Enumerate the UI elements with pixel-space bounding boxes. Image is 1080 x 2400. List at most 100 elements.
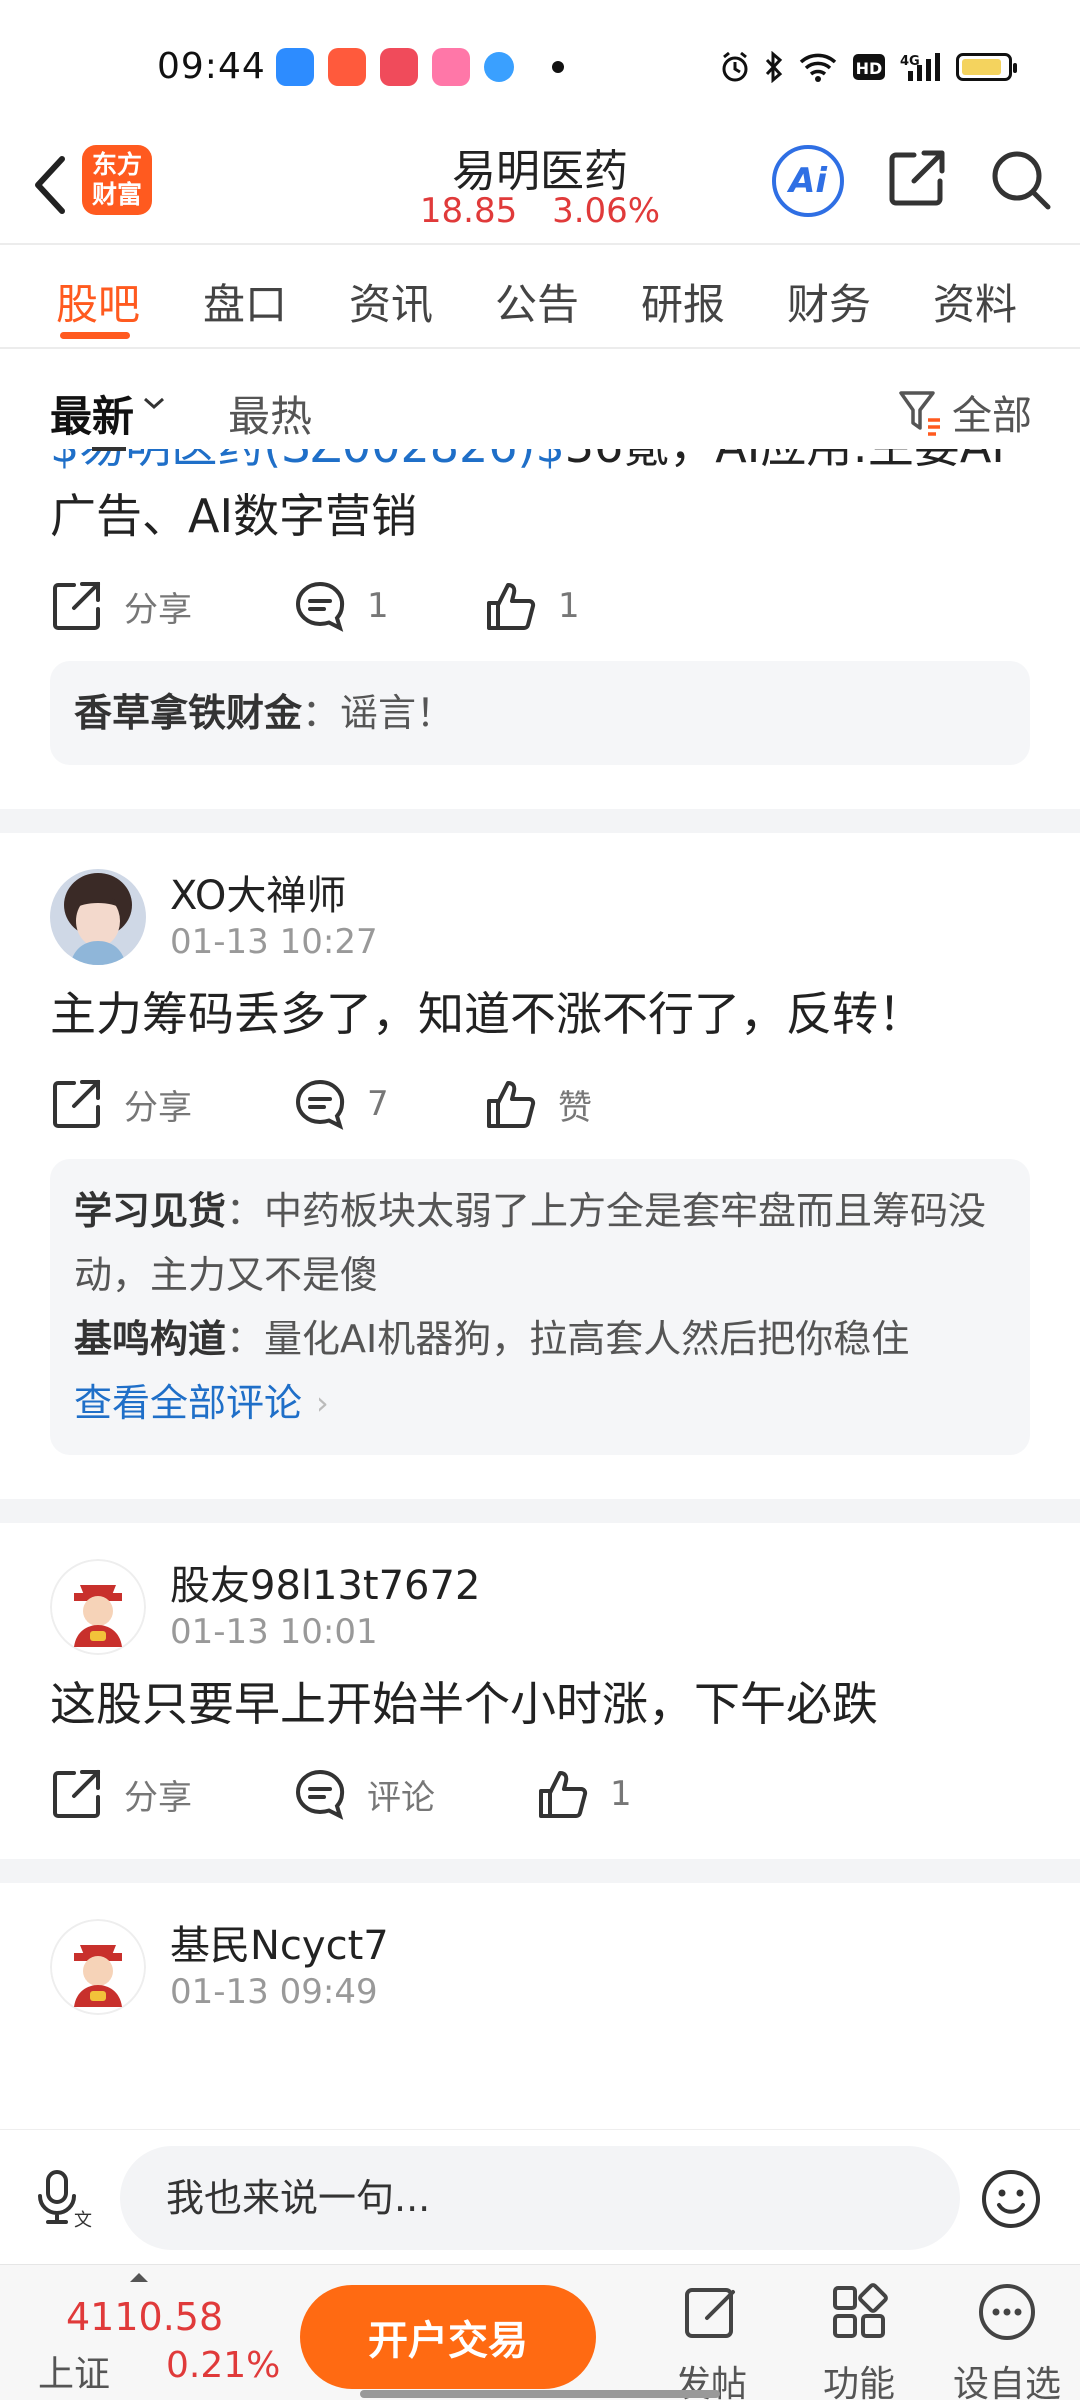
stock-header: 东方 财富 易明医药 18.85 3.06% Ai: [0, 135, 1080, 243]
comment-user[interactable]: 学习见货: [74, 1189, 226, 1233]
comment-action[interactable]: 7: [293, 1077, 389, 1131]
edit-icon: [685, 2288, 735, 2338]
post-feed[interactable]: $易明医药(SZ002826)$36氪，AI应用:主要AI广告、AI数字营销 分…: [0, 449, 1080, 2129]
home-indicator[interactable]: [360, 2390, 720, 2398]
like-action[interactable]: 1: [484, 579, 580, 633]
comment-input[interactable]: [120, 2146, 960, 2250]
open-account-trade-button[interactable]: 开户交易: [300, 2285, 596, 2389]
voice-input-button[interactable]: 文: [36, 2168, 96, 2231]
comment-user[interactable]: 基鸣构道: [74, 1317, 226, 1361]
avatar[interactable]: [50, 1559, 146, 1655]
post-card[interactable]: XO大禅师 01-13 10:27 主力筹码丢多了，知道不涨不行了，反转！ 分享…: [0, 833, 1080, 1455]
share-action[interactable]: 分享: [50, 1077, 192, 1131]
active-tab-indicator: [60, 332, 130, 339]
hd-icon: HD: [852, 50, 886, 84]
avatar[interactable]: [50, 869, 146, 965]
share-action[interactable]: 分享: [50, 579, 192, 633]
post-author[interactable]: 股友98l13t7672 01-13 10:01: [50, 1523, 1030, 1655]
sort-hot-button[interactable]: 最热: [228, 383, 312, 444]
share-icon: [53, 582, 100, 630]
svg-text:HD: HD: [856, 59, 883, 78]
filter-all-button[interactable]: 全部: [898, 383, 1032, 441]
share-label: 分享: [124, 1087, 192, 1128]
comment-count: 7: [367, 1084, 389, 1124]
post-separator: [0, 1859, 1080, 1883]
like-label: 赞: [558, 1087, 592, 1128]
battery-icon: [956, 53, 1017, 81]
post-author[interactable]: 基民Ncyct7 01-13 09:49: [50, 1883, 1030, 2015]
comment-action[interactable]: 1: [293, 579, 389, 633]
avatar[interactable]: [50, 1919, 146, 2015]
chevron-down-icon[interactable]: [142, 395, 166, 411]
share-icon: [889, 150, 945, 206]
author-name[interactable]: 基民Ncyct7: [170, 1922, 389, 1970]
comment-user[interactable]: 香草拿铁财金: [74, 691, 302, 735]
status-time: 09:44: [157, 46, 266, 87]
comment-icon: [296, 1079, 345, 1130]
share-label: 分享: [124, 1777, 192, 1818]
ai-assistant-button[interactable]: Ai: [772, 145, 844, 217]
search-button[interactable]: [988, 147, 1058, 217]
svg-text:文: 文: [74, 2210, 92, 2228]
post-separator: [0, 1499, 1080, 1523]
more-notifications-dot: [552, 61, 564, 73]
like-action[interactable]: 赞: [484, 1077, 592, 1131]
add-watchlist-button[interactable]: 设自选: [942, 2275, 1072, 2400]
search-icon: [992, 151, 1051, 210]
tab-guba[interactable]: 股吧: [56, 271, 140, 332]
like-count: 1: [610, 1774, 632, 1814]
filter-icon: [899, 391, 940, 436]
post-actions: 分享 1 1: [50, 551, 1030, 661]
tab-news[interactable]: 资讯: [349, 271, 433, 332]
share-button[interactable]: [884, 145, 954, 215]
apps-grid-icon: [833, 2283, 888, 2338]
post-time: 01-13 10:01: [170, 1612, 378, 1652]
post-text[interactable]: 这股只要早上开始半个小时涨，下午必跌: [50, 1669, 1030, 1739]
comment-text: ：谣言！: [302, 691, 455, 735]
tab-research[interactable]: 研报: [641, 271, 725, 332]
share-icon: [53, 1080, 100, 1128]
comment-preview-item: 基鸣构道：量化AI机器狗，拉高套人然后把你稳住: [74, 1307, 1006, 1371]
author-name[interactable]: XO大禅师: [170, 872, 378, 920]
post-actions: 分享 7 赞: [50, 1049, 1030, 1159]
functions-button[interactable]: 功能: [794, 2275, 924, 2400]
emoji-icon: [982, 2170, 1040, 2228]
tab-finance[interactable]: 财务: [787, 271, 871, 332]
svg-text:4G: 4G: [900, 54, 920, 69]
thumbs-up-icon: [487, 1081, 536, 1128]
comment-action[interactable]: 评论: [293, 1767, 435, 1821]
view-all-comments-link[interactable]: 查看全部评论 ›: [74, 1371, 1006, 1435]
filter-all-label: 全部: [952, 393, 1032, 439]
post-author[interactable]: XO大禅师 01-13 10:27: [50, 833, 1030, 965]
index-name[interactable]: 上证: [38, 2345, 110, 2397]
section-tabs: 股吧 盘口 资讯 公告 研报 财务 资料: [0, 245, 1080, 347]
comment-preview[interactable]: 香草拿铁财金：谣言！: [50, 661, 1030, 765]
comment-icon: [296, 1769, 345, 1820]
tab-profile[interactable]: 资料: [933, 271, 1017, 332]
post-card[interactable]: $易明医药(SZ002826)$36氪，AI应用:主要AI广告、AI数字营销 分…: [0, 449, 1080, 765]
sort-latest-button[interactable]: 最新: [50, 383, 134, 444]
share-action[interactable]: 分享: [50, 1767, 192, 1821]
stock-tag-link[interactable]: $易明医药(SZ002826)$: [50, 449, 565, 473]
caret-up-icon: [130, 2273, 148, 2282]
comment-label: 评论: [367, 1777, 435, 1818]
post-text[interactable]: $易明医药(SZ002826)$36氪，AI应用:主要AI广告、AI数字营销: [50, 449, 1030, 551]
wifi-icon: [798, 50, 838, 84]
author-name[interactable]: 股友98l13t7672: [170, 1562, 480, 1610]
tab-announcements[interactable]: 公告: [495, 271, 579, 332]
tab-pankou[interactable]: 盘口: [203, 271, 287, 332]
post-text[interactable]: 主力筹码丢多了，知道不涨不行了，反转！: [50, 979, 1030, 1049]
like-count: 1: [558, 586, 580, 626]
browser-app-icon: [484, 52, 514, 82]
view-all-label: 查看全部评论: [74, 1381, 303, 1425]
alarm-icon: [720, 50, 750, 84]
post-card[interactable]: 股友98l13t7672 01-13 10:01 这股只要早上开始半个小时涨，下…: [0, 1523, 1080, 1849]
post-card[interactable]: 基民Ncyct7 01-13 09:49: [0, 1883, 1080, 2015]
post-time: 01-13 09:49: [170, 1972, 378, 2012]
like-action[interactable]: 1: [536, 1767, 632, 1821]
comment-preview[interactable]: 学习见货：中药板块太弱了上方全是套牢盘而且筹码没动，主力又不是傻 基鸣构道：量化…: [50, 1159, 1030, 1455]
emoji-button[interactable]: [980, 2168, 1042, 2230]
index-value[interactable]: 4110.58: [66, 2295, 223, 2339]
comment-count: 1: [367, 586, 389, 626]
post-button[interactable]: 发帖: [646, 2275, 776, 2400]
